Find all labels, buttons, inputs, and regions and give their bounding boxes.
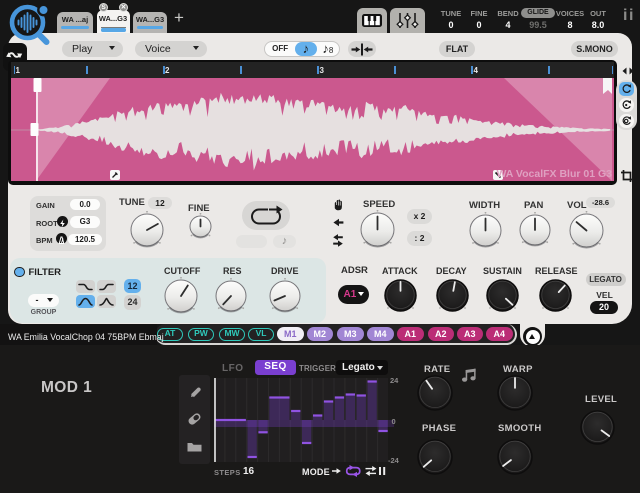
svg-text:WA VocalFX Blur 01 G3: WA VocalFX Blur 01 G3 [496,168,612,180]
